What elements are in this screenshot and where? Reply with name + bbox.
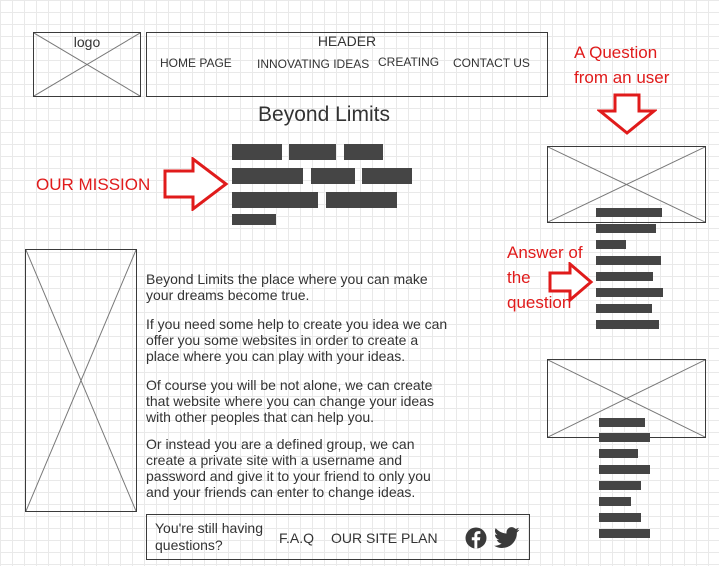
twitter-icon[interactable]	[494, 527, 520, 549]
question-annotation: A Question from an user	[574, 40, 669, 90]
placeholder-bar	[232, 214, 276, 225]
body-paragraph: Or instead you are a defined group, we c…	[146, 436, 431, 500]
question-arrow-icon	[597, 93, 657, 135]
placeholder-bar	[289, 144, 336, 160]
nav-contact-us[interactable]: CONTACT US	[453, 56, 530, 70]
placeholder-bar	[344, 144, 383, 160]
placeholder-bar	[599, 449, 638, 458]
placeholder-bar	[596, 224, 656, 233]
image-placeholder-icon	[26, 250, 136, 511]
logo[interactable]: logo	[33, 32, 141, 97]
placeholder-bar	[596, 304, 652, 313]
facebook-icon[interactable]	[465, 527, 487, 549]
placeholder-bar	[596, 256, 661, 265]
placeholder-bar	[596, 288, 663, 297]
faq-link[interactable]: F.A.Q	[279, 530, 314, 546]
placeholder-bar	[326, 192, 397, 208]
placeholder-bar	[596, 208, 662, 217]
footer-still-questions: You're still having questions?	[155, 520, 264, 553]
side-image-placeholder	[25, 249, 137, 512]
placeholder-bar	[599, 465, 650, 474]
nav-innovating-ideas[interactable]: INNOVATING IDEAS	[257, 57, 369, 71]
nav-creating[interactable]: CREATING	[378, 55, 439, 69]
placeholder-bar	[599, 529, 650, 538]
body-paragraph: If you need some help to create you idea…	[146, 316, 448, 364]
header: HEADER HOME PAGE INNOVATING IDEAS CREATI…	[146, 32, 548, 97]
placeholder-bar	[599, 418, 645, 427]
placeholder-bar	[311, 168, 355, 184]
placeholder-bar	[232, 192, 318, 208]
body-paragraph: Beyond Limits the place where you can ma…	[146, 271, 428, 303]
site-plan-link[interactable]: OUR SITE PLAN	[331, 530, 438, 546]
placeholder-bar	[596, 240, 626, 249]
page-title: Beyond Limits	[258, 103, 390, 126]
question-annotation-line: from an user	[574, 68, 670, 87]
placeholder-bar	[599, 433, 650, 442]
mission-annotation: OUR MISSION	[36, 175, 151, 194]
placeholder-bar	[599, 513, 641, 522]
placeholder-bar	[362, 168, 412, 184]
question-annotation-line: A Question	[574, 43, 658, 62]
header-title: HEADER	[317, 33, 377, 49]
logo-label: logo	[73, 34, 101, 50]
mission-arrow-icon	[163, 157, 229, 211]
placeholder-bar	[232, 168, 303, 184]
placeholder-bar	[232, 144, 282, 160]
nav-home-page[interactable]: HOME PAGE	[160, 56, 232, 70]
answer-arrow-icon	[548, 262, 594, 302]
placeholder-bar	[596, 320, 659, 329]
placeholder-bar	[599, 481, 641, 490]
placeholder-bar	[596, 272, 653, 281]
placeholder-bar	[599, 497, 631, 506]
footer: You're still having questions? F.A.Q OUR…	[146, 514, 530, 560]
body-paragraph: Of course you will be not alone, we can …	[146, 377, 434, 425]
